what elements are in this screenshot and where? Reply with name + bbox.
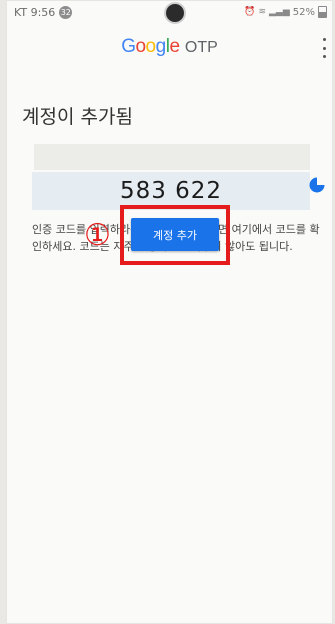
otp-code: 583 622 xyxy=(119,178,223,204)
front-camera xyxy=(166,4,184,22)
notification-badge: 32 xyxy=(59,6,73,19)
product-name: OTP xyxy=(184,39,218,56)
status-right: ⏰ ≋ ▂▃▅ 52% xyxy=(244,6,327,18)
status-bar: KT 9:56 32 ⏰ ≋ ▂▃▅ 52% xyxy=(6,0,333,26)
more-options-icon[interactable] xyxy=(321,38,327,58)
dot xyxy=(322,46,326,50)
phone-screen: KT 9:56 32 ⏰ ≋ ▂▃▅ 52% Google OTP 계정이 추가… xyxy=(6,0,333,624)
signal-icon: ▂▃▅ xyxy=(269,7,290,17)
account-name-row xyxy=(34,144,310,170)
wifi-icon: ≋ xyxy=(258,7,266,17)
brand-letter: o xyxy=(145,36,157,57)
brand-letter: g xyxy=(155,36,167,57)
add-account-button[interactable]: 계정 추가 xyxy=(131,218,219,251)
battery-icon xyxy=(318,6,327,18)
dot xyxy=(322,38,326,41)
app-title: Google OTP xyxy=(6,36,333,58)
brand-letter: o xyxy=(135,36,146,57)
dot xyxy=(322,55,326,58)
step-marker: ① xyxy=(84,218,111,253)
battery-percent: 52% xyxy=(292,6,315,18)
status-left: KT 9:56 32 xyxy=(14,6,73,19)
timer-pie-icon xyxy=(309,177,325,193)
app-bar: Google OTP xyxy=(6,32,333,66)
brand-letter: e xyxy=(169,36,180,57)
carrier-time: KT 9:56 xyxy=(14,6,56,19)
google-logo: Google xyxy=(121,36,180,57)
alarm-icon: ⏰ xyxy=(244,7,256,17)
page-title: 계정이 추가됨 xyxy=(22,106,133,128)
timer-remaining-slice xyxy=(309,177,325,193)
brand-letter: G xyxy=(121,36,136,57)
